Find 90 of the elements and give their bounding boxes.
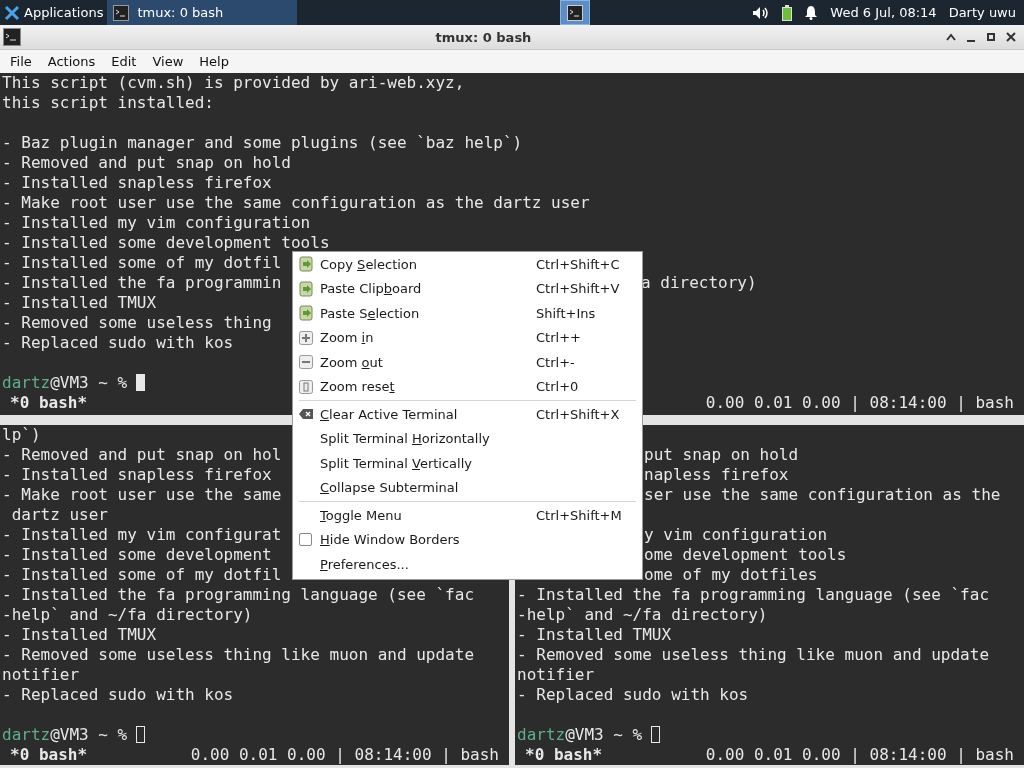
terminal-line: - Removed some useless thing like muon and update xyxy=(2,645,474,664)
terminal-line: - Installed snapless firefox xyxy=(2,465,272,484)
terminal-line: notifier xyxy=(517,665,595,684)
tmux-status-info: 0.00 0.01 0.00 | 08:14:00 | bash xyxy=(705,393,1014,413)
zoom-in-icon xyxy=(299,330,313,345)
terminal-icon xyxy=(566,4,583,21)
menu-item[interactable]: Actions xyxy=(39,54,104,69)
terminal-line: - Removed some useless thing xyxy=(2,313,272,332)
paste-icon xyxy=(299,280,313,297)
menu-item[interactable]: Preferences... xyxy=(293,552,642,577)
menu-item[interactable]: Collapse Subterminal xyxy=(293,475,642,500)
terminal-line: napless firefox xyxy=(644,465,789,485)
menu-item[interactable]: Paste Selection Shift+Ins xyxy=(293,301,642,326)
collapse-icon[interactable] xyxy=(946,33,956,41)
close-icon[interactable] xyxy=(1006,32,1016,42)
terminal-line: - Replaced sudo with kos xyxy=(2,333,234,352)
terminal-line: - Removed and put snap on hold xyxy=(2,153,291,172)
terminal-line: - Installed some development tools xyxy=(2,233,330,252)
terminal-line: - Replaced sudo with kos xyxy=(2,685,234,704)
tmux-status-info: 0.00 0.01 0.00 | 08:14:00 | bash xyxy=(705,745,1014,765)
terminal-line: - Installed TMUX xyxy=(517,625,672,644)
terminal-line: - Removed and put snap on hol xyxy=(2,445,282,464)
shell-prompt: dartz@VM3 ~ % xyxy=(2,373,128,392)
terminal-line: - Baz plugin manager and some plugins (see `baz help`) xyxy=(2,133,523,152)
terminal-line: - Installed TMUX xyxy=(2,293,157,312)
menu-item[interactable]: Zoom in Ctrl++ xyxy=(293,325,642,350)
terminal-line: -help` and ~/fa directory) xyxy=(517,605,768,624)
volume-icon[interactable] xyxy=(752,5,771,20)
shell-prompt: dartz@VM3 ~ % xyxy=(2,725,128,744)
applications-menu[interactable]: Applications xyxy=(0,0,108,25)
terminal-line: dartz user xyxy=(10,505,108,524)
terminal-icon xyxy=(3,28,21,46)
menu-item[interactable]: Zoom out Ctrl+- xyxy=(293,350,642,375)
menu-item[interactable]: Paste Clipboard Ctrl+Shift+V xyxy=(293,276,642,301)
workspace-button[interactable] xyxy=(559,0,590,25)
terminal-line: - Installed the fa programming language (see `fac xyxy=(517,585,989,604)
copy-icon xyxy=(299,256,313,273)
terminal-line: - Installed my vim configuration xyxy=(2,213,311,232)
menu-item[interactable]: View xyxy=(144,54,192,69)
window-title: tmux: 0 bash xyxy=(434,29,533,45)
terminal-line: - Installed some development xyxy=(2,545,272,564)
zoom-reset-icon xyxy=(299,379,313,394)
terminal-line: this script installed: xyxy=(2,93,214,112)
terminal-line: - Replaced sudo with kos xyxy=(517,685,749,704)
zoom-out-icon xyxy=(299,355,313,370)
battery-icon[interactable] xyxy=(782,4,793,21)
menu-item[interactable]: Hide Window Borders xyxy=(293,527,642,552)
terminal-line: - Installed snapless firefox xyxy=(2,173,272,192)
terminal-line: - Make root user use the same configuration as the dartz user xyxy=(2,193,590,212)
terminal-line: ser use the same configuration as the xyxy=(644,485,1001,505)
tmux-status-info: 0.00 0.01 0.00 | 08:14:00 | bash xyxy=(190,745,499,765)
menu-item[interactable]: Help xyxy=(191,54,237,69)
terminal-line: -help` and ~/fa directory) xyxy=(2,605,253,624)
terminal-line: - Installed my vim configurat xyxy=(2,525,282,544)
terminal-line: - Installed some of my dotfil xyxy=(2,565,282,584)
terminal-line: - Installed TMUX xyxy=(2,625,157,644)
x-logo-icon xyxy=(4,4,20,21)
terminal-line: - Removed some useless thing like muon and update xyxy=(517,645,989,664)
terminal-line: ome of my dotfiles xyxy=(644,565,818,585)
menu-item[interactable]: Clear Active Terminal Ctrl+Shift+X xyxy=(293,402,642,427)
user-name[interactable]: Darty uwu xyxy=(948,5,1016,20)
menu-item[interactable]: Toggle Menu Ctrl+Shift+M xyxy=(293,503,642,528)
paste-icon xyxy=(299,305,313,322)
tmux-window-label: *0 bash* xyxy=(525,745,603,765)
menu-item[interactable]: Split Terminal Horizontally xyxy=(293,426,642,451)
bell-icon[interactable] xyxy=(804,5,819,20)
menu-item[interactable]: Zoom reset Ctrl+0 xyxy=(293,374,642,399)
terminal-line: - Installed the fa programmin xyxy=(2,273,282,292)
menu-item[interactable]: Split Terminal Vertically xyxy=(293,451,642,476)
terminal-line: - Installed some of my dotfil xyxy=(2,253,282,272)
tmux-window-label: *0 bash* xyxy=(10,745,88,765)
backspace-icon xyxy=(299,409,313,420)
terminal-line: y vim configuration xyxy=(644,525,828,545)
menu-item[interactable]: Copy Selection Ctrl+Shift+C xyxy=(293,252,642,277)
terminal-line: - Installed the fa programming language (see `fac xyxy=(2,585,474,604)
menu-item[interactable]: Edit xyxy=(103,54,145,69)
terminal-line: put snap on hold xyxy=(644,445,799,465)
terminal-line: - Make root user use the same xyxy=(2,485,282,504)
terminal-line: lp`) xyxy=(2,425,41,444)
taskbar-task[interactable]: tmux: 0 bash xyxy=(107,0,298,25)
menu-item[interactable]: File xyxy=(2,54,40,69)
tmux-window-label: *0 bash* xyxy=(10,393,88,413)
checkbox[interactable] xyxy=(299,533,312,547)
terminal-line: This script (cvm.sh) is provided by ari-web.xyz, xyxy=(2,73,465,92)
terminal-line: notifier xyxy=(2,665,80,684)
clock[interactable]: Wed 6 Jul, 08:14 xyxy=(830,5,937,20)
maximize-icon[interactable] xyxy=(986,32,996,42)
terminal-icon xyxy=(113,4,130,21)
terminal-line: ome development tools xyxy=(644,545,847,565)
shell-prompt: dartz@VM3 ~ % xyxy=(517,725,643,744)
